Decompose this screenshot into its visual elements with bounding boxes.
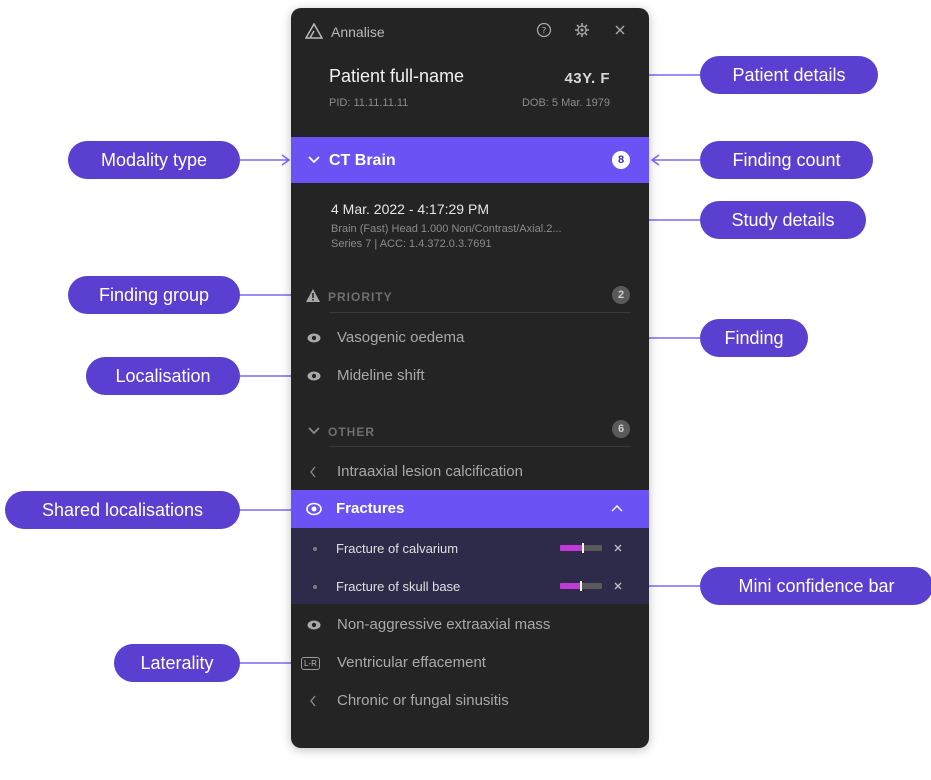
modality-header[interactable]: CT Brain 8 [291, 137, 649, 183]
patient-name: Patient full-name [329, 66, 465, 86]
eye-icon[interactable] [307, 369, 321, 383]
study-series: Series 7 | ACC: 1.4.372.0.3.7691 [331, 238, 492, 250]
callout-finding-group: Finding group [68, 276, 240, 314]
subfinding-label: Fracture of skull base [336, 579, 461, 594]
finding-row-midline[interactable]: Mideline shift [291, 364, 649, 388]
callout-shared-localisations: Shared localisations [5, 491, 240, 529]
finding-label: Chronic or fungal sinusitis [337, 692, 509, 709]
svg-text:?: ? [542, 27, 547, 37]
annalise-logo-icon [305, 23, 323, 39]
group-priority-header[interactable]: PRIORITY 2 [291, 284, 649, 310]
finding-count-badge: 8 [612, 151, 630, 169]
modality-label: CT Brain [329, 152, 396, 169]
divider [329, 446, 631, 447]
divider [329, 312, 631, 313]
finding-label: Intraaxial lesion calcification [337, 463, 523, 480]
callout-finding: Finding [700, 319, 808, 357]
callout-patient-details: Patient details [700, 56, 878, 94]
eye-icon[interactable] [307, 618, 321, 632]
finding-row-ventricular[interactable]: L-R Ventricular effacement [291, 651, 649, 675]
subfinding-row-skull-base[interactable]: Fracture of skull base [291, 576, 649, 596]
warning-icon [306, 289, 320, 302]
confidence-threshold-tick [582, 543, 585, 553]
finding-row-fractures[interactable]: Fractures [291, 490, 649, 528]
close-icon[interactable] [614, 544, 622, 552]
patient-id: PID: 11.11.11.11 [329, 97, 409, 109]
finding-label: Mideline shift [337, 367, 425, 384]
eye-icon[interactable] [307, 331, 321, 345]
callout-laterality: Laterality [114, 644, 240, 682]
study-datetime: 4 Mar. 2022 - 4:17:29 PM [331, 201, 489, 217]
patient-dob: DOB: 5 Mar. 1979 [521, 97, 610, 109]
patient-age-sex: 43Y. F [564, 70, 610, 87]
finding-label: Non-aggressive extraaxial mass [337, 616, 551, 633]
chevron-up-icon[interactable] [611, 504, 623, 514]
finding-row-sinusitis[interactable]: Chronic or fungal sinusitis [291, 689, 649, 713]
callout-mini-confidence-bar: Mini confidence bar [700, 567, 931, 605]
callout-finding-count: Finding count [700, 141, 873, 179]
chevron-left-icon [310, 695, 316, 707]
confidence-threshold-tick [580, 581, 582, 591]
bullet [313, 547, 317, 551]
confidence-fill [560, 583, 581, 589]
callout-modality-type: Modality type [68, 141, 240, 179]
close-icon[interactable] [611, 22, 629, 40]
group-priority-count: 2 [612, 286, 630, 304]
subfinding-row-calvarium[interactable]: Fracture of calvarium [291, 538, 649, 558]
shared-eye-icon[interactable] [306, 502, 322, 516]
settings-gear-icon[interactable] [573, 22, 591, 40]
finding-label: Ventricular effacement [337, 654, 486, 671]
help-icon[interactable]: ? [535, 22, 553, 40]
bullet [313, 585, 317, 589]
group-other-header[interactable]: OTHER 6 [291, 418, 649, 444]
group-other-label: OTHER [328, 425, 375, 439]
chevron-left-icon [310, 466, 316, 478]
annalise-panel: Annalise ? Patient full-name 43Y. F PID:… [291, 8, 649, 748]
chevron-down-icon [308, 156, 320, 164]
app-name: Annalise [331, 24, 385, 40]
title-bar: Annalise ? [291, 8, 649, 54]
study-description: Brain (Fast) Head 1.000 Non/Contrast/Axi… [331, 223, 562, 235]
mini-confidence-bar [560, 581, 602, 591]
close-icon[interactable] [614, 582, 622, 590]
subfinding-label: Fracture of calvarium [336, 541, 459, 556]
mini-confidence-bar [560, 543, 602, 553]
finding-row-nonaggressive[interactable]: Non-aggressive extraaxial mass [291, 613, 649, 637]
chevron-down-icon [308, 427, 320, 435]
confidence-fill [560, 545, 584, 551]
callout-study-details: Study details [700, 201, 866, 239]
group-other-count: 6 [612, 420, 630, 438]
callout-localisation: Localisation [86, 357, 240, 395]
laterality-badge: L-R [301, 657, 320, 670]
finding-label: Fractures [336, 500, 405, 517]
group-priority-label: PRIORITY [328, 290, 393, 304]
finding-row-vasogenic[interactable]: Vasogenic oedema [291, 326, 649, 350]
finding-row-intraaxial[interactable]: Intraaxial lesion calcification [291, 460, 649, 484]
finding-label: Vasogenic oedema [337, 329, 465, 346]
